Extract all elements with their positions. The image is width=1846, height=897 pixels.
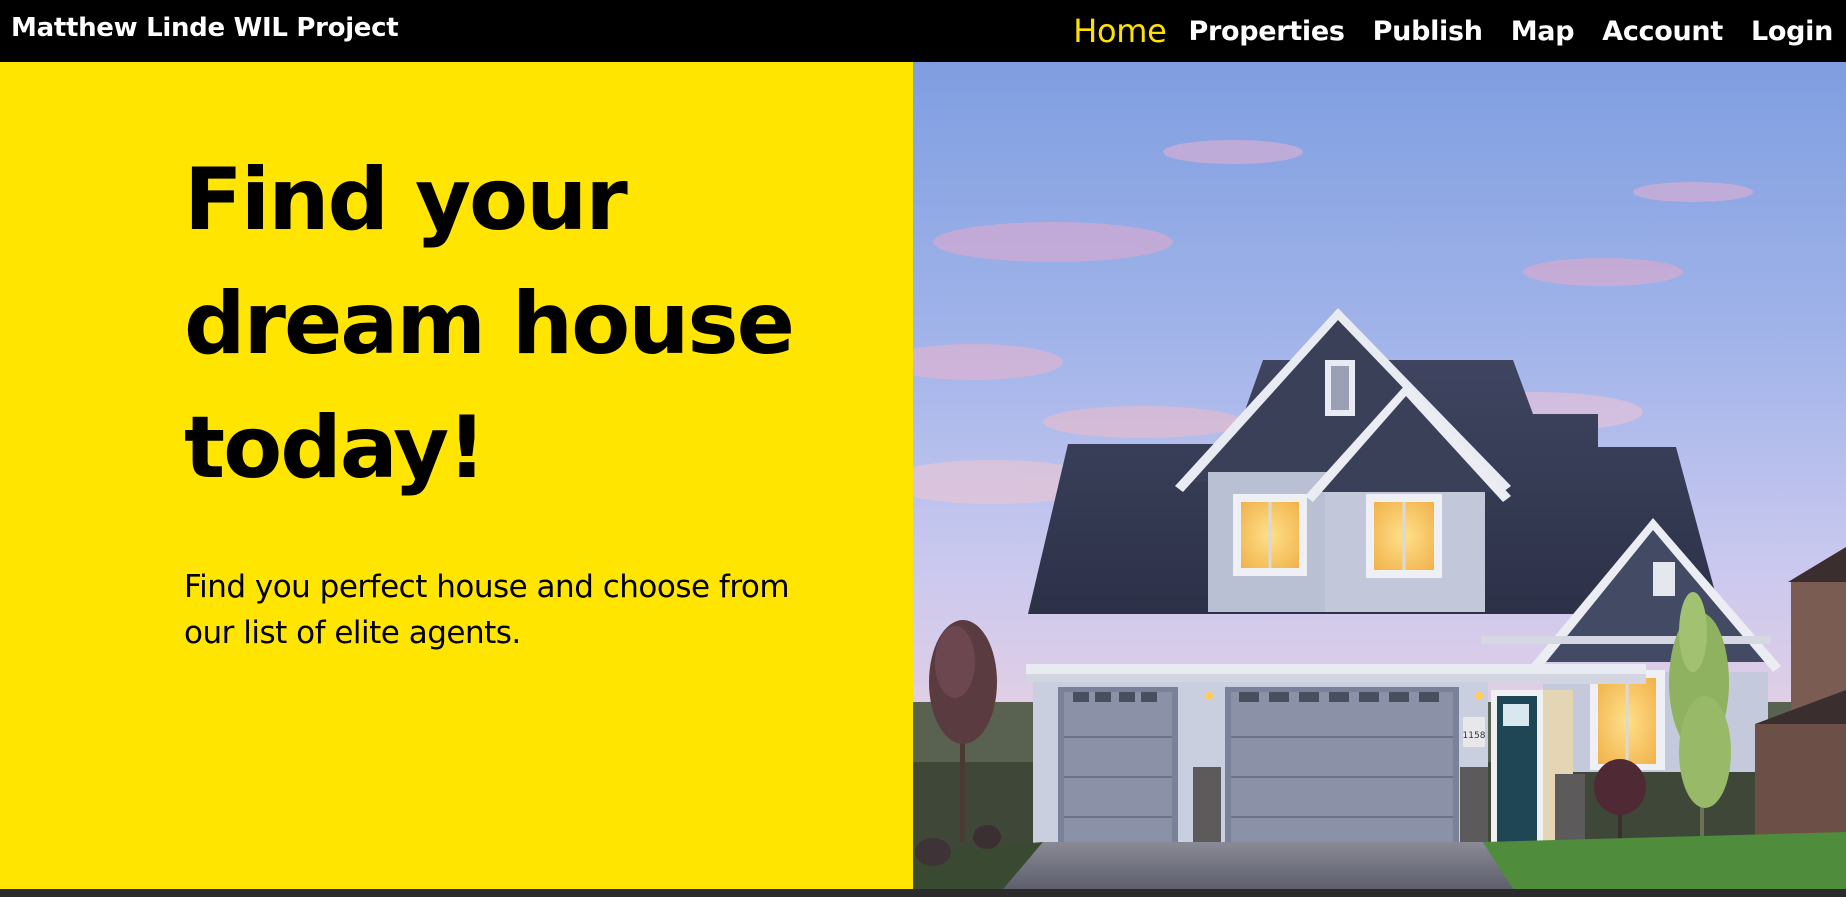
hero-title: Find your dream house today! xyxy=(184,150,795,498)
nav-link-account[interactable]: Account xyxy=(1602,18,1723,45)
nav-link-map[interactable]: Map xyxy=(1511,18,1575,45)
nav-links: Home Properties Publish Map Account Logi… xyxy=(1073,0,1833,62)
nav-link-login[interactable]: Login xyxy=(1751,18,1833,45)
nav-link-publish[interactable]: Publish xyxy=(1373,18,1483,45)
top-navbar: Matthew Linde WIL Project Home Propertie… xyxy=(0,0,1846,62)
nav-link-home[interactable]: Home xyxy=(1073,15,1167,47)
house-photo: 1158 xyxy=(913,62,1846,889)
bottom-strip xyxy=(0,889,1846,897)
brand-link[interactable]: Matthew Linde WIL Project xyxy=(11,13,399,43)
hero-subtitle: Find you perfect house and choose from o… xyxy=(184,569,790,651)
hero-text-panel: Find your dream house today! Find you pe… xyxy=(0,62,913,889)
house-number: 1158 xyxy=(1463,731,1486,741)
hero-house-image: 1158 xyxy=(913,62,1846,889)
nav-link-properties[interactable]: Properties xyxy=(1189,18,1345,45)
